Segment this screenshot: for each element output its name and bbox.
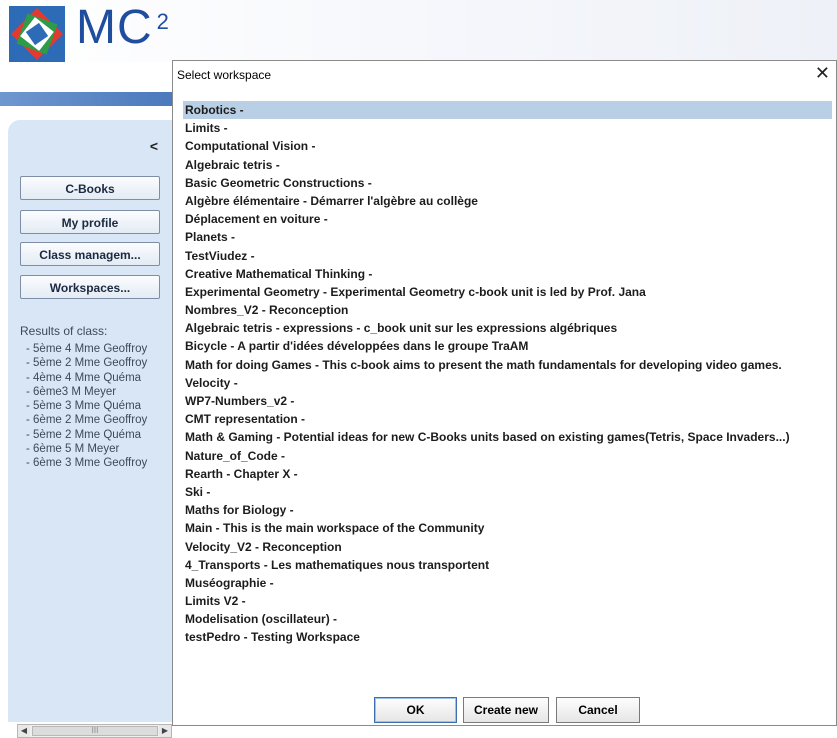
workspace-item[interactable]: 4_Transports - Les mathematiques nous tr… [183, 556, 832, 574]
workspace-item[interactable]: Maths for Biology - [183, 501, 832, 519]
workspace-item[interactable]: CMT representation - [183, 410, 832, 428]
workspace-item[interactable]: Ski - [183, 483, 832, 501]
workspaces-button[interactable]: Workspaces... [20, 275, 160, 299]
workspace-item[interactable]: Modelisation (oscillateur) - [183, 610, 832, 628]
results-item[interactable]: - 5ème 4 Mme Geoffroy [26, 342, 147, 356]
results-list: - 5ème 4 Mme Geoffroy - 5ème 2 Mme Geoffr… [26, 342, 147, 471]
workspace-item[interactable]: Creative Mathematical Thinking - [183, 265, 832, 283]
workspace-item[interactable]: Limits V2 - [183, 592, 832, 610]
workspace-item[interactable]: Muséographie - [183, 574, 832, 592]
workspace-item[interactable]: Experimental Geometry - Experimental Geo… [183, 283, 832, 301]
ok-button[interactable]: OK [374, 697, 457, 723]
results-item[interactable]: - 6ème 3 Mme Geoffroy [26, 456, 147, 470]
c-books-button[interactable]: C-Books [20, 176, 160, 200]
workspace-item[interactable]: TestViudez - [183, 247, 832, 265]
results-item[interactable]: - 6ème 2 Mme Geoffroy [26, 413, 147, 427]
workspace-item[interactable]: Main - This is the main workspace of the… [183, 519, 832, 537]
workspace-item[interactable]: Planets - [183, 228, 832, 246]
results-item[interactable]: - 6ème 5 M Meyer [26, 442, 147, 456]
results-item[interactable]: - 6ème3 M Meyer [26, 385, 147, 399]
workspace-item[interactable]: Velocity - [183, 374, 832, 392]
sidebar: < C-Books My profile Class managem... Wo… [0, 62, 172, 738]
create-new-button[interactable]: Create new [463, 697, 549, 723]
scroll-left-arrow-icon[interactable]: ◀ [18, 725, 30, 737]
sidebar-band [0, 92, 172, 106]
scroll-right-arrow-icon[interactable]: ▶ [159, 725, 171, 737]
class-management-button[interactable]: Class managem... [20, 242, 160, 266]
dialog-titlebar: Select workspace ✕ [173, 61, 836, 89]
dialog-title: Select workspace [177, 68, 272, 82]
workspace-item[interactable]: Bicycle - A partir d'idées développées d… [183, 337, 832, 355]
close-icon[interactable]: ✕ [815, 63, 830, 84]
workspace-item[interactable]: Velocity_V2 - Reconception [183, 538, 832, 556]
horizontal-scrollbar[interactable]: ◀ III ▶ [17, 724, 172, 738]
workspace-item[interactable]: Algebraic tetris - expressions - c_book … [183, 319, 832, 337]
scroll-thumb[interactable]: III [32, 726, 158, 736]
workspace-item[interactable]: Nature_of_Code - [183, 447, 832, 465]
workspace-list[interactable]: Robotics - Limits - Computational Vision -… [183, 101, 832, 647]
results-item[interactable]: - 5ème 2 Mme Geoffroy [26, 356, 147, 370]
sidebar-card: < C-Books My profile Class managem... Wo… [8, 120, 172, 738]
workspace-item[interactable]: Math for doing Games - This c-book aims … [183, 356, 832, 374]
workspace-item[interactable]: Nombres_V2 - Reconception [183, 301, 832, 319]
cancel-button[interactable]: Cancel [556, 697, 640, 723]
results-item[interactable]: - 4ème 4 Mme Quéma [26, 371, 147, 385]
mc2-logo-icon [9, 6, 65, 62]
collapse-sidebar-button[interactable]: < [150, 138, 158, 154]
workspace-item[interactable]: testPedro - Testing Workspace [183, 628, 832, 646]
workspace-item[interactable]: Algebraic tetris - [183, 156, 832, 174]
workspace-item[interactable]: Math & Gaming - Potential ideas for new … [183, 428, 832, 446]
workspace-item[interactable]: Computational Vision - [183, 137, 832, 155]
workspace-item[interactable]: Basic Geometric Constructions - [183, 174, 832, 192]
my-profile-button[interactable]: My profile [20, 210, 160, 234]
workspace-item[interactable]: WP7-Numbers_v2 - [183, 392, 832, 410]
results-item[interactable]: - 5ème 3 Mme Quéma [26, 399, 147, 413]
workspace-item[interactable]: Déplacement en voiture - [183, 210, 832, 228]
workspace-item[interactable]: Rearth - Chapter X - [183, 465, 832, 483]
select-workspace-dialog: Select workspace ✕ Robotics - Limits - Com… [172, 60, 837, 726]
app-header: MC 2 [0, 0, 837, 62]
app-brand: MC 2 [76, 1, 170, 54]
workspace-item[interactable]: Robotics - [183, 101, 832, 120]
results-item[interactable]: - 5ème 2 Mme Quéma [26, 428, 147, 442]
dialog-button-bar: OK Create new Cancel [173, 697, 836, 725]
results-title: Results of class: [20, 324, 108, 338]
workspace-item[interactable]: Algèbre élémentaire - Démarrer l'algèbre… [183, 192, 832, 210]
workspace-item[interactable]: Limits - [183, 119, 832, 137]
